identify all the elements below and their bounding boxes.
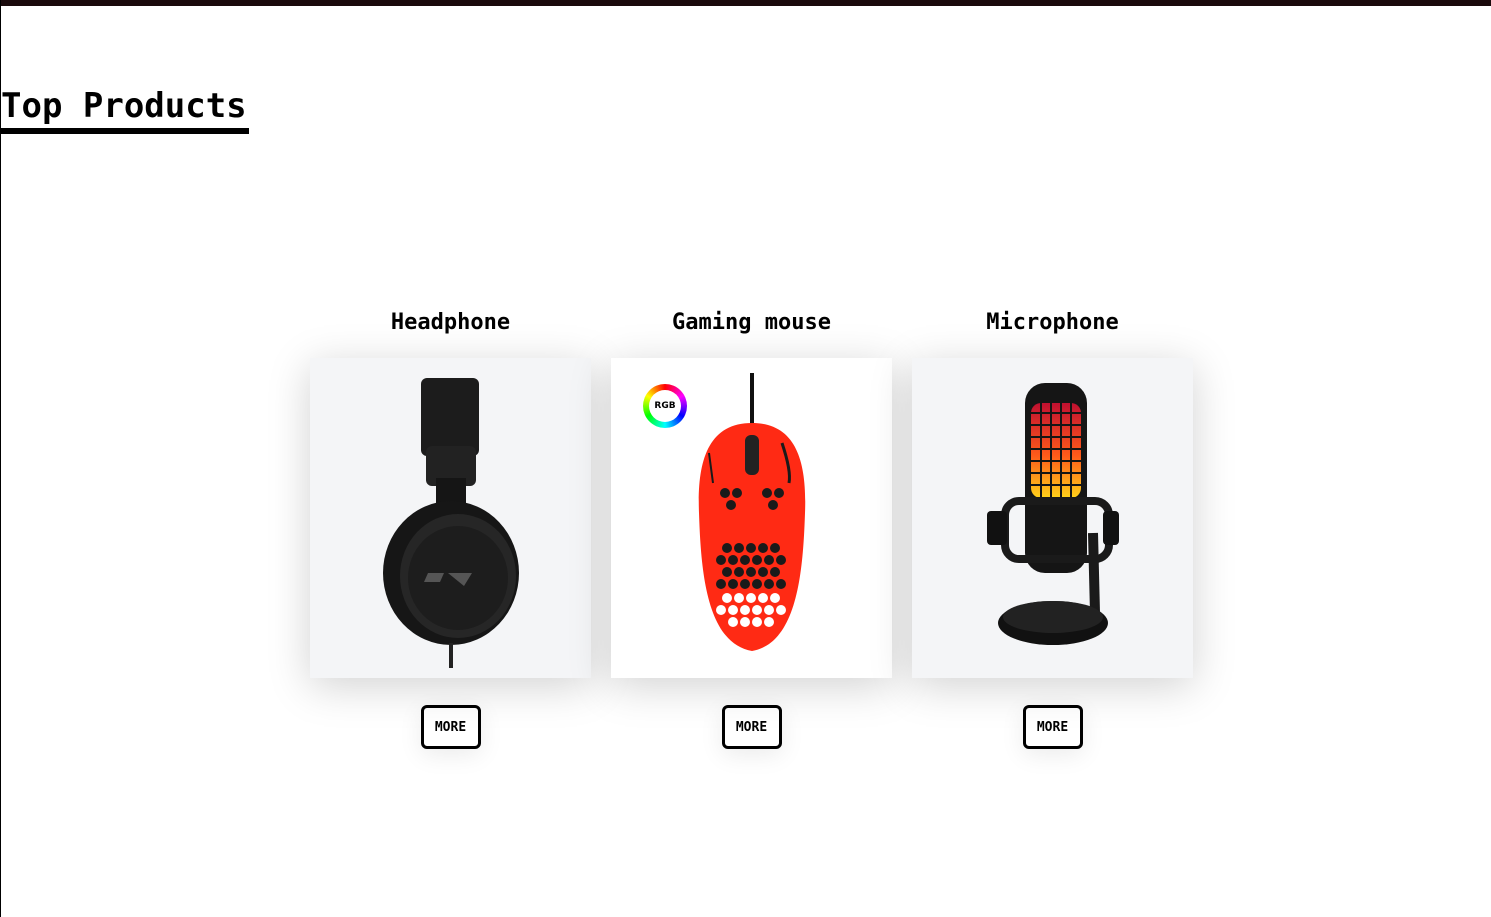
more-button-headphone[interactable]: MORE: [420, 705, 481, 749]
microphone-icon: [986, 383, 1119, 645]
more-button-gaming-mouse[interactable]: MORE: [721, 705, 782, 749]
more-button-microphone[interactable]: MORE: [1022, 705, 1083, 749]
product-image-microphone: [912, 358, 1193, 678]
product-name: Gaming mouse: [672, 310, 831, 335]
product-card-headphone: Headphone MORE: [310, 305, 591, 749]
headphone-icon: [382, 378, 519, 668]
product-name: Headphone: [390, 310, 511, 335]
section-title: Top Products: [1, 84, 249, 134]
product-image-gaming-mouse: RGB: [611, 358, 892, 678]
product-image-headphone: [310, 358, 591, 678]
gaming-mouse-icon: [698, 373, 805, 651]
product-name: Microphone: [986, 310, 1119, 335]
rgb-badge-icon: RGB: [643, 384, 687, 428]
top-bar: [1, 0, 1491, 6]
product-card-microphone: Microphone MORE: [912, 305, 1193, 749]
product-card-gaming-mouse: Gaming mouse RGB MORE: [611, 305, 892, 749]
page: Top Products Headphone MORE Gaming mouse…: [0, 0, 1491, 917]
rgb-badge-label: RGB: [649, 390, 681, 422]
